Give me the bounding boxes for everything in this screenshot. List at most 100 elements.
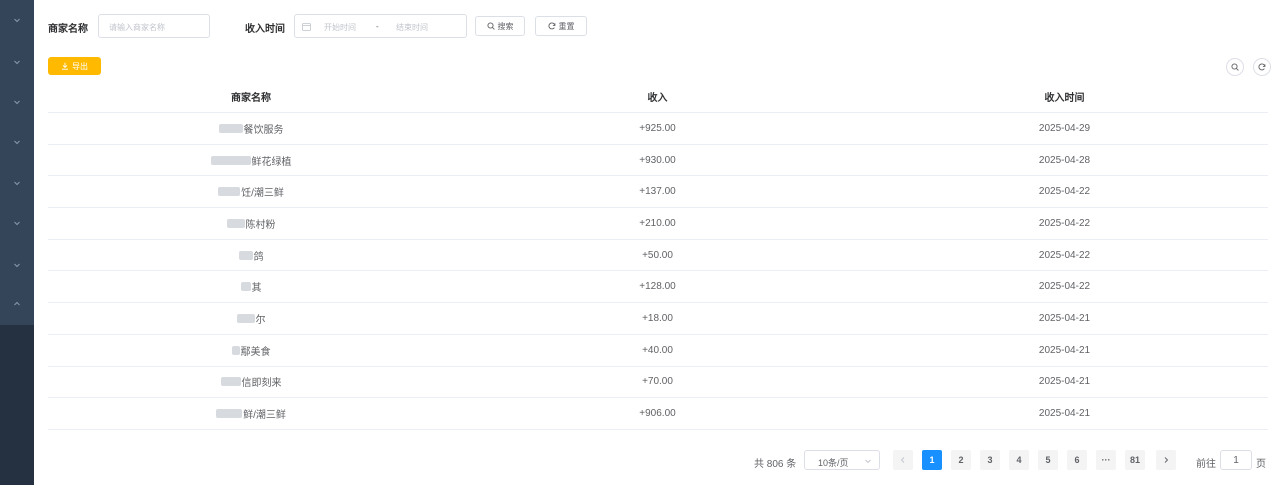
page-ellipsis[interactable]: ··· — [1096, 450, 1116, 470]
merchant-name-text: 其 — [251, 283, 262, 295]
page-size-select[interactable]: 10条/页 — [804, 450, 880, 470]
merchant-name-text: 鲜/潮三鲜 — [243, 410, 286, 422]
merchant-name-text: 鄢美食 — [240, 346, 271, 358]
refresh-icon — [1258, 63, 1266, 71]
redacted-text — [210, 155, 251, 165]
merchant-input[interactable]: 请输入商家名称 — [98, 14, 210, 38]
search-icon — [486, 22, 495, 30]
income-table: 商家名称 收入 收入时间 餐饮服务 +925.00 2025-04-29 鲜花绿植 +9… — [48, 81, 1268, 430]
table-row[interactable]: 鲜花绿植 +930.00 2025-04-28 — [48, 145, 1268, 177]
sidebar-item-7[interactable] — [0, 245, 34, 285]
cell-merchant-name: 信即刻来 — [48, 367, 454, 398]
table-row[interactable]: 信即刻来 +70.00 2025-04-21 — [48, 367, 1268, 399]
column-header-income[interactable]: 收入 — [454, 81, 861, 112]
cell-merchant-name: 鲜花绿植 — [48, 145, 454, 176]
chevron-down-icon — [14, 60, 20, 65]
export-button[interactable]: 导出 — [48, 57, 101, 75]
pagination: 共 806 条 10条/页 1 2 3 4 5 6 ··· 81 前往 1 页 — [0, 450, 1280, 470]
next-page-button[interactable] — [1156, 450, 1176, 470]
table-header: 商家名称 收入 收入时间 — [48, 81, 1268, 113]
sidebar-item-1[interactable] — [0, 0, 34, 40]
column-header-merchant[interactable]: 商家名称 — [48, 81, 454, 112]
cell-income: +18.00 — [642, 312, 673, 324]
cell-income-date: 2025-04-21 — [1038, 376, 1091, 388]
table-row[interactable]: 饪/潮三鲜 +137.00 2025-04-22 — [48, 176, 1268, 209]
cell-income-date: 2025-04-28 — [1038, 154, 1091, 166]
page-button-3[interactable]: 3 — [980, 450, 1000, 470]
search-button[interactable]: 搜索 — [475, 16, 525, 36]
cell-income-date: 2025-04-21 — [1038, 408, 1091, 420]
redacted-text — [218, 123, 243, 133]
merchant-name-text: 饪/潮三鲜 — [241, 188, 284, 200]
redacted-text — [240, 282, 251, 292]
search-form: 商家名称 请输入商家名称 收入时间 开始时间 - 结束时间 搜索 重置 — [48, 14, 648, 38]
cell-merchant-name: 鲜/潮三鲜 — [48, 398, 454, 429]
start-time-placeholder: 开始时间 — [324, 23, 356, 32]
cell-income: +210.00 — [639, 217, 676, 229]
table-row[interactable]: 鸽 +50.00 2025-04-22 — [48, 240, 1268, 272]
table-row[interactable]: 餐饮服务 +925.00 2025-04-29 — [48, 113, 1268, 145]
sidebar-item-3[interactable] — [0, 82, 34, 122]
range-separator: - — [376, 22, 379, 31]
sidebar-item-4[interactable] — [0, 122, 34, 162]
merchant-placeholder: 请输入商家名称 — [109, 23, 165, 32]
chevron-down-icon — [865, 459, 871, 464]
page-button-2[interactable]: 2 — [951, 450, 971, 470]
sidebar-item-6[interactable] — [0, 203, 34, 243]
refresh-button[interactable] — [1253, 58, 1271, 76]
cell-income: +50.00 — [642, 249, 673, 261]
date-range-picker[interactable]: 开始时间 - 结束时间 — [294, 14, 467, 38]
chevron-down-icon — [14, 263, 20, 268]
chevron-down-icon — [14, 221, 20, 226]
cell-merchant-name: 餐饮服务 — [48, 113, 454, 144]
table-row[interactable]: 尔 +18.00 2025-04-21 — [48, 303, 1268, 335]
cell-income-date: 2025-04-22 — [1038, 217, 1091, 229]
sidebar-menu — [0, 0, 34, 325]
reset-button-label: 重置 — [558, 21, 575, 31]
cell-income-date: 2025-04-21 — [1038, 312, 1091, 324]
table-row[interactable]: 鲜/潮三鲜 +906.00 2025-04-21 — [48, 398, 1268, 430]
reset-button[interactable]: 重置 — [535, 16, 587, 36]
merchant-label: 商家名称 — [48, 24, 88, 35]
page-button-1[interactable]: 1 — [922, 450, 942, 470]
cell-merchant-name: 陈村粉 — [48, 208, 454, 239]
redacted-text — [218, 187, 241, 197]
redacted-text — [216, 409, 243, 419]
column-header-time[interactable]: 收入时间 — [861, 81, 1268, 112]
cell-merchant-name: 尔 — [48, 303, 454, 334]
download-icon — [62, 62, 68, 70]
table-row[interactable]: 其 +128.00 2025-04-22 — [48, 271, 1268, 304]
export-button-label: 导出 — [72, 61, 88, 71]
sidebar-item-5[interactable] — [0, 163, 34, 203]
table-row[interactable]: 鄢美食 +40.00 2025-04-21 — [48, 335, 1268, 367]
chevron-left-icon — [900, 457, 905, 463]
sidebar-item-2[interactable] — [0, 42, 34, 82]
table-row[interactable]: 陈村粉 +210.00 2025-04-22 — [48, 208, 1268, 240]
cell-merchant-name: 鸽 — [48, 240, 454, 271]
page-button-4[interactable]: 4 — [1009, 450, 1029, 470]
sidebar-item-8[interactable] — [0, 284, 34, 324]
cell-merchant-name: 其 — [48, 271, 454, 302]
page-button-5[interactable]: 5 — [1038, 450, 1058, 470]
chevron-right-icon — [1164, 457, 1169, 463]
goto-prefix: 前往 — [1196, 459, 1216, 470]
cell-merchant-name: 鄢美食 — [48, 335, 454, 366]
toggle-search-button[interactable] — [1226, 58, 1244, 76]
prev-page-button[interactable] — [893, 450, 913, 470]
redacted-text — [220, 377, 241, 387]
cell-income: +906.00 — [639, 408, 676, 420]
goto-page-value: 1 — [1233, 454, 1239, 466]
redacted-text — [231, 345, 240, 355]
chevron-up-icon — [14, 301, 20, 306]
page-button-81[interactable]: 81 — [1125, 450, 1145, 470]
sidebar — [0, 0, 34, 485]
goto-page-input[interactable]: 1 — [1220, 450, 1252, 470]
page-button-6[interactable]: 6 — [1067, 450, 1087, 470]
merchant-name-text: 鲜花绿植 — [251, 156, 292, 168]
chevron-down-icon — [14, 100, 20, 105]
cell-income: +925.00 — [639, 122, 676, 134]
merchant-name-text: 陈村粉 — [245, 219, 276, 231]
chevron-down-icon — [14, 181, 20, 186]
cell-income: +137.00 — [639, 186, 676, 198]
end-time-placeholder: 结束时间 — [396, 23, 428, 32]
